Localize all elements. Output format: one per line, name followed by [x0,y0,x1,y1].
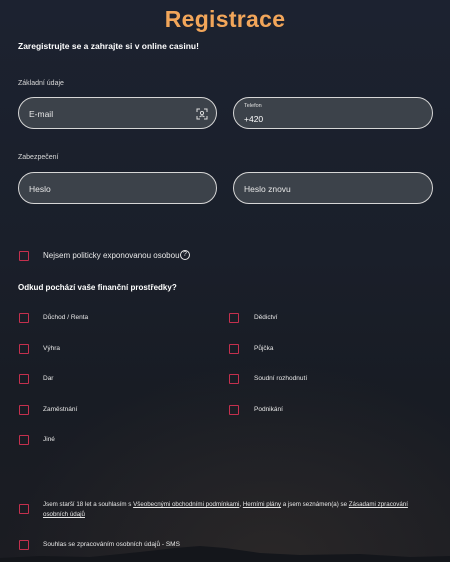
funds-label-vyhra: Výhra [43,345,60,352]
phone-field[interactable]: Telefon +420 [233,97,433,129]
sms-consent-checkbox[interactable] [19,540,29,550]
password-repeat-placeholder: Heslo znovu [244,184,291,194]
scan-icon[interactable] [196,108,208,120]
phone-prefix-value: +420 [244,114,264,124]
terms-link-game-plans[interactable]: Herními plány [243,501,281,508]
funds-checkbox-podnikani[interactable] [229,405,239,415]
password-repeat-field[interactable]: Heslo znovu [233,172,433,204]
pep-checkbox[interactable] [19,251,29,261]
funds-checkbox-vyhra[interactable] [19,344,29,354]
funds-checkbox-dar[interactable] [19,374,29,384]
terms-checkbox[interactable] [19,504,29,514]
sms-consent-label: Souhlas se zpracováním osobních údajů - … [43,541,180,548]
page-title: Registrace [164,6,286,32]
help-icon[interactable]: ? [180,250,190,260]
funds-label-jine: Jiné [43,436,55,443]
page-subtitle: Zaregistrujte se a zahrajte si v online … [18,41,199,51]
funds-checkbox-zamestnani[interactable] [19,405,29,415]
pep-label: Nejsem politicky exponovanou osobou [43,251,180,260]
email-field[interactable]: E-mail [18,97,217,129]
funds-label-zamestnani: Zaměstnání [43,406,78,413]
phone-label: Telefon [244,103,262,109]
funds-checkbox-dedictvi[interactable] [229,313,239,323]
terms-text-middle: a jsem seznámen(a) se [281,501,349,508]
password-field[interactable]: Heslo [18,172,217,204]
email-placeholder: E-mail [29,109,54,119]
funds-label-podnikani: Podnikání [254,406,283,413]
funds-checkbox-soudni-rozhodnuti[interactable] [229,374,239,384]
funds-label-pujcka: Půjčka [254,345,274,352]
background-glow [0,362,450,562]
terms-text-prefix: Jsem starší 18 let a souhlasím s [43,501,134,508]
funds-label-dedictvi: Dědictví [254,314,278,321]
funds-checkbox-pujcka[interactable] [229,344,239,354]
funds-checkbox-duchod[interactable] [19,313,29,323]
funds-label-dar: Dar [43,375,54,382]
section-label-security: Zabezpečení [18,154,59,161]
terms-link-general-conditions[interactable]: Všeobecnými obchodními podmínkami [133,501,239,508]
funds-checkbox-jine[interactable] [19,435,29,445]
terms-consent-text: Jsem starší 18 let a souhlasím s Všeobec… [43,500,413,520]
funds-label-duchod: Důchod / Renta [43,314,89,321]
section-label-basic: Základní údaje [18,80,64,87]
funds-question: Odkud pochází vaše finanční prostředky? [18,283,177,292]
funds-label-soudni-rozhodnuti: Soudní rozhodnutí [254,375,308,382]
password-placeholder: Heslo [29,184,51,194]
